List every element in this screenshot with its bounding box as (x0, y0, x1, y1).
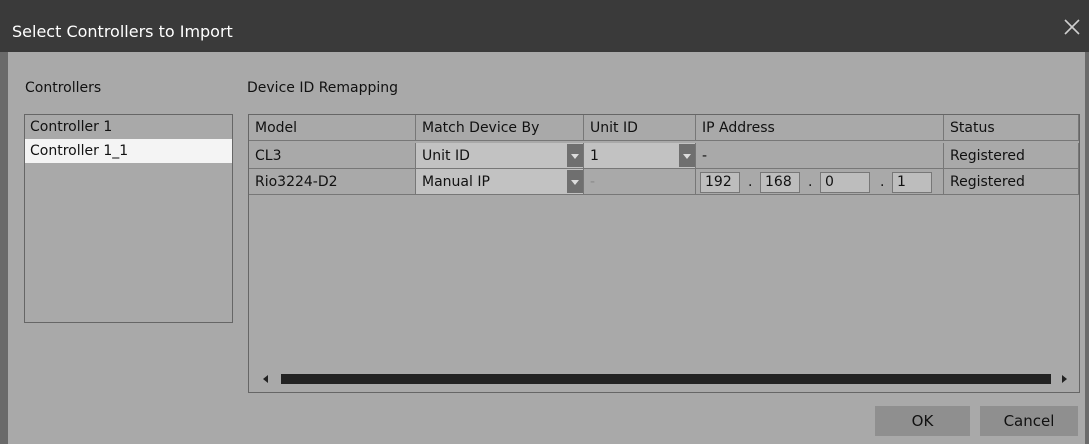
arrow-right-icon[interactable] (1062, 375, 1067, 383)
unit-id-select[interactable]: 1 (584, 143, 696, 169)
match-device-by-select[interactable]: Unit ID (416, 143, 584, 169)
status-cell: Registered (944, 143, 1079, 169)
table-row[interactable]: CL3 Unit ID 1 - Registered (249, 143, 1079, 169)
ip-separator: . (880, 174, 885, 190)
close-icon[interactable] (1063, 18, 1081, 36)
ip-octet-1[interactable]: 192 (700, 172, 740, 193)
controller-list-item-selected[interactable]: Controller 1_1 (25, 139, 232, 163)
chevron-down-icon[interactable] (679, 144, 695, 167)
unit-id-value: 1 (590, 148, 599, 164)
window-title: Select Controllers to Import (12, 22, 233, 41)
horizontal-scrollbar[interactable] (249, 369, 1079, 389)
ip-address-cell: - (696, 143, 944, 169)
table-row[interactable]: Rio3224-D2 Manual IP - 192 . 168 . 0 . 1… (249, 169, 1079, 195)
ip-separator: . (808, 174, 813, 190)
chevron-down-icon[interactable] (567, 170, 583, 193)
device-remap-grid[interactable]: Model Match Device By Unit ID IP Address… (248, 114, 1080, 393)
window-frame-right (1085, 52, 1089, 444)
grid-header-row: Model Match Device By Unit ID IP Address… (249, 115, 1079, 141)
ip-octet-2[interactable]: 168 (760, 172, 800, 193)
status-cell: Registered (944, 169, 1079, 195)
ip-address-editor[interactable]: 192 . 168 . 0 . 1 (696, 169, 944, 195)
title-bar: Select Controllers to Import (0, 0, 1089, 52)
model-cell: CL3 (249, 143, 416, 169)
model-cell: Rio3224-D2 (249, 169, 416, 195)
cancel-button[interactable]: Cancel (980, 406, 1078, 436)
device-id-remapping-heading: Device ID Remapping (247, 80, 399, 96)
match-device-by-select[interactable]: Manual IP (416, 169, 584, 195)
unit-id-disabled: - (584, 169, 696, 195)
match-device-by-value: Manual IP (422, 174, 490, 190)
column-header-match-device-by[interactable]: Match Device By (416, 115, 584, 141)
column-header-status[interactable]: Status (944, 115, 1079, 141)
controllers-list[interactable]: Controller 1 Controller 1_1 (24, 114, 233, 323)
ok-button[interactable]: OK (875, 406, 970, 436)
chevron-down-icon[interactable] (567, 144, 583, 167)
ip-octet-3[interactable]: 0 (820, 172, 870, 193)
controller-list-item[interactable]: Controller 1 (25, 115, 232, 139)
column-header-unit-id[interactable]: Unit ID (584, 115, 696, 141)
ip-separator: . (748, 174, 753, 190)
column-header-ip-address[interactable]: IP Address (696, 115, 944, 141)
arrow-left-icon[interactable] (263, 375, 268, 383)
window-frame-left (0, 52, 8, 444)
scrollbar-thumb[interactable] (281, 374, 1051, 384)
match-device-by-value: Unit ID (422, 148, 470, 164)
controllers-heading: Controllers (25, 80, 102, 96)
ip-octet-4[interactable]: 1 (892, 172, 932, 193)
column-header-model[interactable]: Model (249, 115, 416, 141)
